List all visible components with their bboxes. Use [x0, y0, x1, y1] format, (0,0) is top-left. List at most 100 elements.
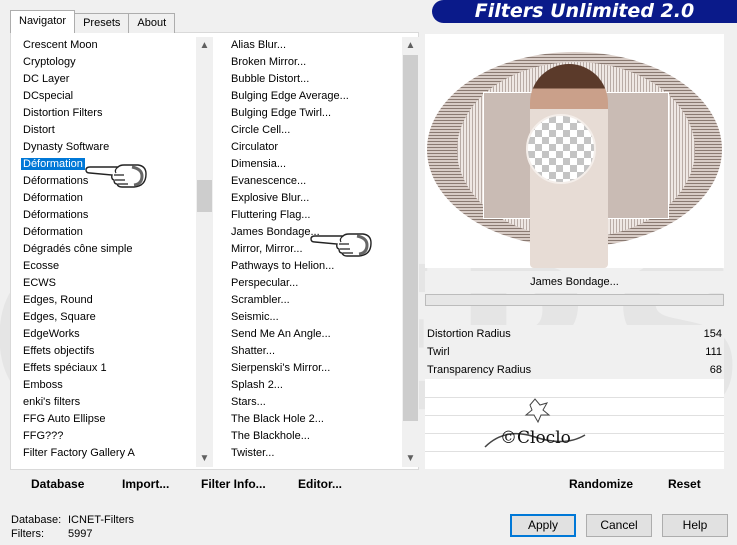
list-item[interactable]: Ecosse: [20, 258, 196, 275]
scroll-thumb[interactable]: [403, 55, 418, 421]
list-item-label: James Bondage...: [231, 226, 320, 238]
list-item-label: Bulging Edge Twirl...: [231, 107, 332, 119]
editor-button[interactable]: Editor...: [298, 477, 342, 491]
list-item[interactable]: Bulging Edge Twirl...: [228, 105, 402, 122]
list-item[interactable]: Emboss: [20, 377, 196, 394]
list-item-label: Circulator: [231, 141, 279, 153]
list-item[interactable]: DC Layer: [20, 71, 196, 88]
category-scrollbar[interactable]: ▲ ▼: [196, 37, 213, 467]
list-item-label: Dégradés cône simple: [23, 243, 133, 255]
tab-bar: Navigator Presets About: [10, 10, 176, 33]
list-item-label: Shatter...: [231, 345, 276, 357]
list-item-label: Perspecular...: [231, 277, 299, 289]
list-item[interactable]: The Black Hole 2...: [228, 411, 402, 428]
list-item-label: Seismic...: [231, 311, 279, 323]
help-button[interactable]: Help: [662, 514, 728, 537]
list-item[interactable]: Distortion Filters: [20, 105, 196, 122]
tab-navigator[interactable]: Navigator: [10, 10, 76, 33]
list-item[interactable]: DCspecial: [20, 88, 196, 105]
parameter-row[interactable]: Twirl 111: [425, 343, 724, 361]
list-item[interactable]: Scrambler...: [228, 292, 402, 309]
list-item[interactable]: Circulator: [228, 139, 402, 156]
list-item[interactable]: Bulging Edge Average...: [228, 88, 402, 105]
selected-filter-name: James Bondage...: [425, 271, 724, 293]
progress-bar: [425, 294, 724, 306]
list-item[interactable]: EdgeWorks: [20, 326, 196, 343]
parameter-panel: Distortion Radius 154 Twirl 111 Transpar…: [425, 325, 724, 469]
list-item[interactable]: Cryptology: [20, 54, 196, 71]
list-item[interactable]: Déformations: [20, 207, 196, 224]
list-item-label: DC Layer: [23, 73, 70, 85]
list-item[interactable]: Sierpenski's Mirror...: [228, 360, 402, 377]
list-item[interactable]: Fluttering Flag...: [228, 207, 402, 224]
scroll-down-icon[interactable]: ▼: [196, 450, 213, 467]
list-item-label: Ecosse: [23, 260, 60, 272]
randomize-button[interactable]: Randomize: [569, 477, 633, 491]
list-item-label: The Blackhole...: [231, 430, 310, 442]
cloclo-logo: ©Cloclo: [484, 398, 586, 448]
list-item-label: FFG???: [23, 430, 64, 442]
list-item-label: Dimensia...: [231, 158, 287, 170]
apply-button[interactable]: Apply: [510, 514, 576, 537]
list-item[interactable]: Alias Blur...: [228, 37, 402, 54]
list-item[interactable]: Stars...: [228, 394, 402, 411]
list-item-label: Déformations: [23, 175, 89, 187]
parameter-row[interactable]: Transparency Radius 68: [425, 361, 724, 379]
list-item[interactable]: Bubble Distort...: [228, 71, 402, 88]
list-item[interactable]: Dégradés cône simple: [20, 241, 196, 258]
preview-toolbar: Randomize Reset: [425, 472, 724, 498]
category-list[interactable]: Crescent Moon Cryptology DC Layer DCspecial…: [20, 37, 196, 467]
preview-image: [425, 34, 724, 268]
list-item[interactable]: Twister...: [228, 445, 402, 462]
scroll-up-icon[interactable]: ▲: [402, 37, 419, 54]
list-item[interactable]: Edges, Round: [20, 292, 196, 309]
list-item-label: Scrambler...: [231, 294, 290, 306]
list-item[interactable]: FFG Auto Ellipse: [20, 411, 196, 428]
tab-about[interactable]: About: [128, 13, 176, 33]
list-item[interactable]: Broken Mirror...: [228, 54, 402, 71]
list-item[interactable]: Effets objectifs: [20, 343, 196, 360]
list-item-label: Splash 2...: [231, 379, 283, 391]
cancel-button[interactable]: Cancel: [586, 514, 652, 537]
tab-presets[interactable]: Presets: [74, 13, 130, 33]
list-item-label: Déformation: [23, 226, 83, 238]
list-item-label: Twister...: [231, 447, 275, 459]
list-item-label: Circle Cell...: [231, 124, 291, 136]
scroll-up-icon[interactable]: ▲: [196, 37, 213, 54]
list-item[interactable]: Déformation: [20, 224, 196, 241]
scroll-down-icon[interactable]: ▼: [402, 450, 419, 467]
list-item[interactable]: Crescent Moon: [20, 37, 196, 54]
list-item[interactable]: Dimensia...: [228, 156, 402, 173]
filter-scrollbar[interactable]: ▲ ▼: [402, 37, 419, 467]
list-item[interactable]: enki's filters: [20, 394, 196, 411]
list-item[interactable]: Send Me An Angle...: [228, 326, 402, 343]
list-item[interactable]: Déformation: [20, 190, 196, 207]
list-item-label: EdgeWorks: [23, 328, 80, 340]
list-item[interactable]: The Blackhole...: [228, 428, 402, 445]
scroll-thumb[interactable]: [197, 180, 212, 212]
import-button[interactable]: Import...: [122, 477, 169, 491]
list-item-label: Distort: [23, 124, 55, 136]
list-item[interactable]: Filter Factory Gallery A: [20, 445, 196, 462]
list-item[interactable]: Splash 2...: [228, 377, 402, 394]
list-item[interactable]: Edges, Square: [20, 309, 196, 326]
parameter-value: 154: [703, 328, 722, 340]
list-item[interactable]: Explosive Blur...: [228, 190, 402, 207]
list-item[interactable]: ECWS: [20, 275, 196, 292]
parameter-row[interactable]: Distortion Radius 154: [425, 325, 724, 343]
database-button[interactable]: Database: [31, 477, 84, 491]
list-item[interactable]: Evanescence...: [228, 173, 402, 190]
filter-info-button[interactable]: Filter Info...: [201, 477, 266, 491]
app-title-banner: Filters Unlimited 2.0: [432, 0, 737, 23]
reset-button[interactable]: Reset: [668, 477, 701, 491]
list-item[interactable]: FFG???: [20, 428, 196, 445]
filters-label: Filters:: [11, 528, 44, 540]
list-item[interactable]: Circle Cell...: [228, 122, 402, 139]
list-item[interactable]: Effets spéciaux 1: [20, 360, 196, 377]
list-item[interactable]: Pathways to Helion...: [228, 258, 402, 275]
list-item[interactable]: Perspecular...: [228, 275, 402, 292]
list-item[interactable]: Seismic...: [228, 309, 402, 326]
list-item[interactable]: Distort: [20, 122, 196, 139]
list-item[interactable]: Dynasty Software: [20, 139, 196, 156]
list-item[interactable]: Shatter...: [228, 343, 402, 360]
